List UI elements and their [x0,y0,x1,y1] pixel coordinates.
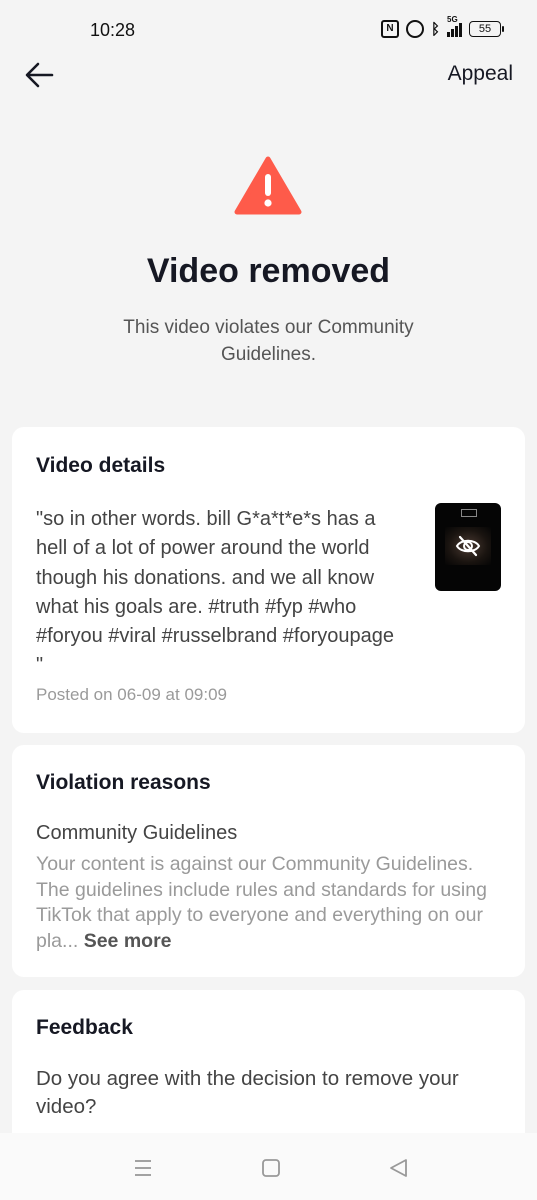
back-button[interactable] [22,58,58,94]
posted-date: Posted on 06-09 at 09:09 [36,685,227,705]
reason-text: Your content is against our Community Gu… [36,852,506,954]
battery-icon: 55 [469,21,504,37]
violation-reasons-card: Violation reasons Community Guidelines Y… [12,745,525,977]
video-caption: "so in other words. bill G*a*t*e*s has a… [36,508,394,677]
feedback-card: Feedback Do you agree with the decision … [12,990,525,1150]
posted-time-value: 09:09 [184,685,227,704]
page-subtitle: This video violates our Community Guidel… [123,317,414,365]
alarm-icon [405,20,424,38]
status-bar: 10:28 N ᛒ 5G 55 [0,0,537,60]
hidden-eye-icon [455,535,481,557]
violation-reasons-title: Violation reasons [36,771,211,794]
reason-name: Community Guidelines [36,822,238,844]
status-time: 10:28 [90,20,136,40]
feedback-title: Feedback [36,1016,133,1039]
feedback-question: Do you agree with the decision to remove… [36,1067,459,1118]
battery-level: 55 [478,23,492,35]
warning-icon [234,156,302,215]
posted-at: at [165,685,180,704]
bluetooth-icon: ᛒ [430,20,440,38]
system-nav-bar [0,1133,537,1200]
home-square-icon[interactable] [258,1155,284,1181]
posted-prefix: Posted on [36,685,113,704]
back-triangle-icon[interactable] [386,1155,412,1181]
video-thumbnail[interactable] [435,503,501,591]
see-more-link[interactable]: See more [84,930,172,952]
video-details-card[interactable]: Video details "so in other words. bill G… [12,427,525,733]
network-type: 5G [447,15,458,24]
page-title: Video removed [146,252,391,290]
status-icons: N ᛒ 5G 55 [380,15,504,38]
appeal-button[interactable]: Appeal [448,62,513,86]
thumbnail-badge [461,509,477,517]
posted-date-value: 06-09 [117,685,161,704]
nfc-icon: N [380,20,399,38]
menu-icon[interactable] [130,1155,156,1181]
signal-icon: 5G [447,15,462,37]
back-arrow-icon [25,62,54,88]
video-details-title: Video details [36,454,166,477]
